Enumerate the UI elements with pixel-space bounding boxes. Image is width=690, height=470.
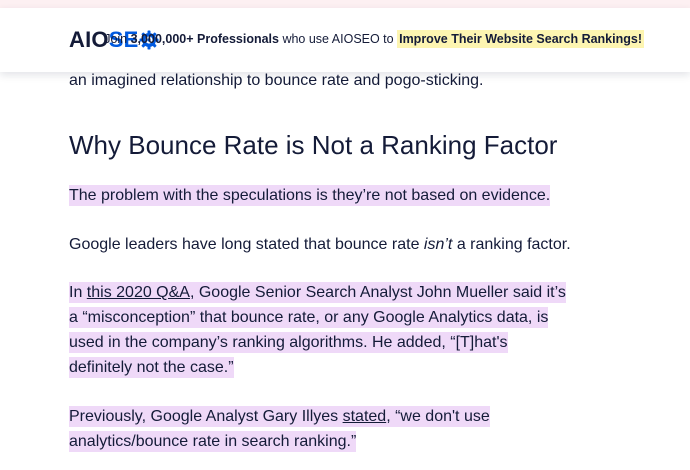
tagline-prefix: Join [104,32,131,46]
highlighted-text: In this 2020 Q&A, Google Senior Search A… [69,282,566,303]
highlighted-text: definitely not the case.” [69,357,234,378]
p4-text-after: , “we don't use [386,408,490,425]
paragraph-google-leaders: Google leaders have long stated that bou… [69,232,571,257]
highlighted-text: a “misconception” that bounce rate, or a… [69,307,549,328]
section-heading: Why Bounce Rate is Not a Ranking Factor [69,130,558,160]
logo-aio-text: AIO [69,27,109,52]
tagline-middle: who use AIOSEO to [278,32,398,46]
highlighted-text: The problem with the speculations is the… [69,185,551,206]
header-tagline: Join 3,000,000+ Professionals who use AI… [104,30,644,48]
highlighted-text: analytics/bounce rate in search ranking.… [69,431,357,452]
site-header: AIO SE Join 3,000,000+ Professionals who … [0,8,690,72]
paragraph-illyes-quote: Previously, Google Analyst Gary Illyes s… [69,404,490,454]
p2-text-before: Google leaders have long stated that bou… [69,236,424,253]
top-strip [0,0,690,8]
highlighted-text: Previously, Google Analyst Gary Illyes s… [69,406,490,427]
stated-link[interactable]: stated [343,408,387,425]
qa-2020-link[interactable]: this 2020 Q&A [87,284,190,301]
tagline-cta-link[interactable]: Improve Their Website Search Rankings! [397,30,644,48]
p3-text-before: In [69,284,87,301]
paragraph-mueller-quote: In this 2020 Q&A, Google Senior Search A… [69,280,566,380]
highlighted-text: used in the company’s ranking algorithms… [69,332,508,353]
p3-text-after: , Google Senior Search Analyst John Muel… [189,284,566,301]
p2-text-after: a ranking factor. [452,236,571,253]
tagline-count: 3,000,000+ Professionals [130,32,279,46]
p4-text-before: Previously, Google Analyst Gary Illyes [69,408,343,425]
paragraph-evidence: The problem with the speculations is the… [69,183,551,208]
intro-paragraph-tail: an imagined relationship to bounce rate … [69,72,484,89]
p2-emphasis: isn’t [423,236,453,253]
